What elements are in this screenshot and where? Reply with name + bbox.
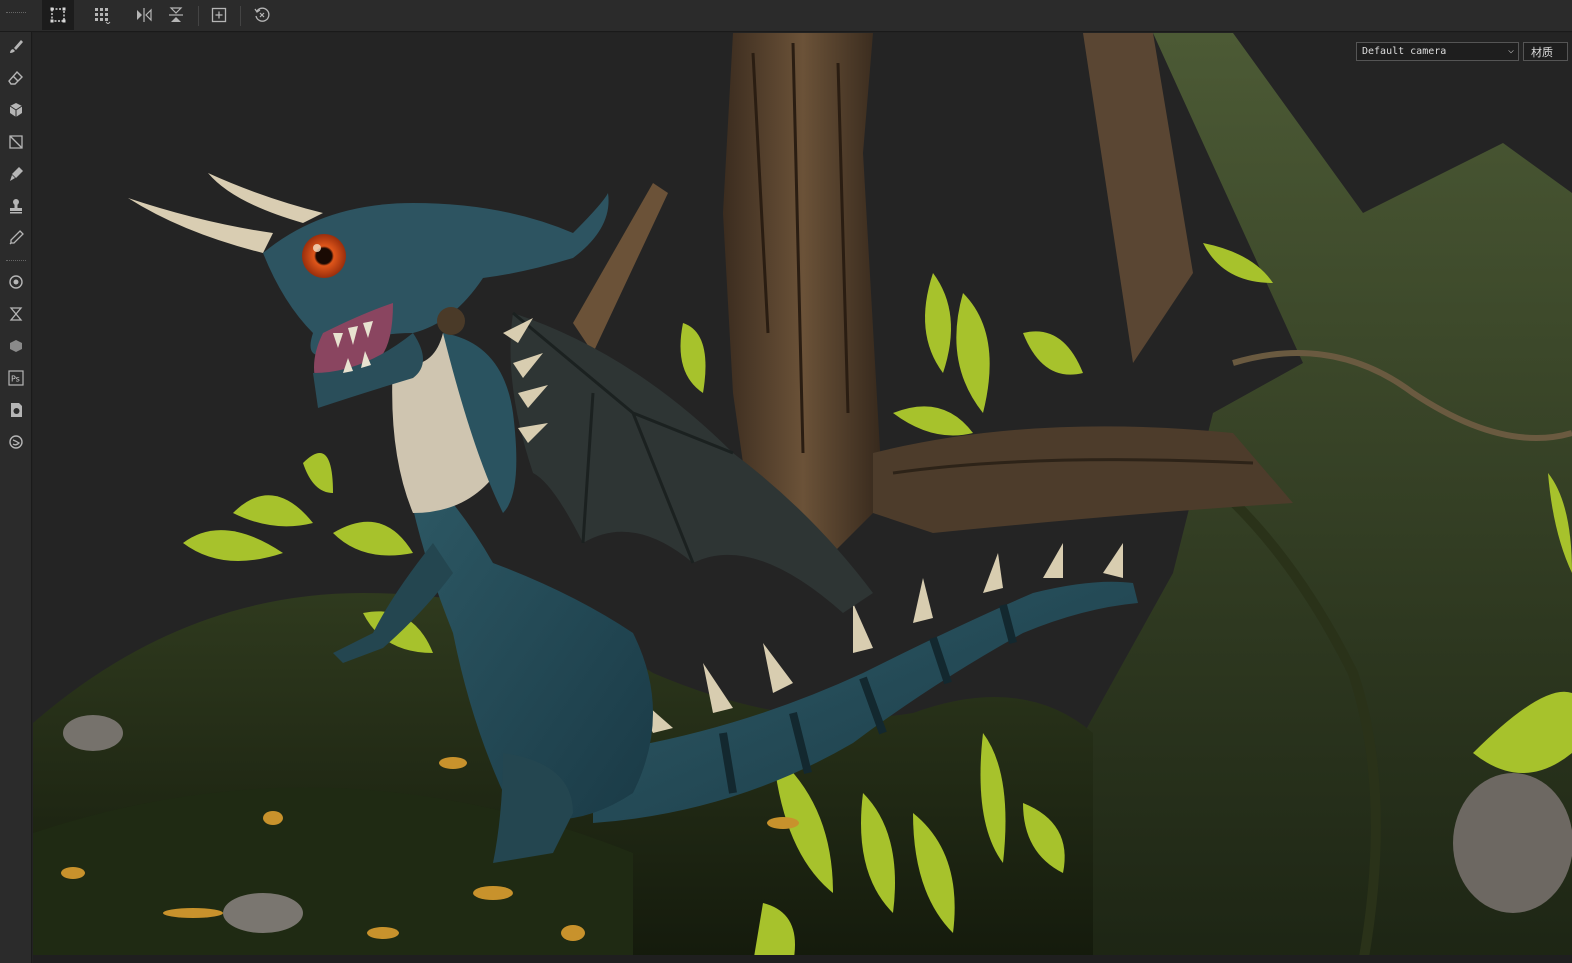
dragon-horn: [128, 198, 273, 253]
polygon-fill-icon: [9, 135, 23, 149]
grid-view-button[interactable]: [86, 0, 118, 30]
polygon-fill-tool-button[interactable]: [0, 128, 32, 156]
toolbar-separator: [198, 6, 199, 26]
substance-button[interactable]: [0, 332, 32, 360]
mirror-horizontal-icon: [137, 8, 152, 22]
bake-settings-button[interactable]: [0, 268, 32, 296]
substance-icon: [10, 340, 22, 352]
bake-settings-icon: [9, 275, 23, 289]
rock: [63, 715, 123, 751]
smudge-tool-button[interactable]: [0, 160, 32, 188]
mirror-vertical-button[interactable]: [160, 0, 192, 30]
material-mode-label: 材质: [1531, 45, 1553, 59]
eraser-tool-button[interactable]: [0, 64, 32, 92]
clone-stamp-tool-button[interactable]: [0, 192, 32, 220]
eraser-icon: [8, 70, 23, 85]
plugin-button[interactable]: [0, 428, 32, 456]
svg-text:Ps: Ps: [11, 375, 20, 384]
export-document-button[interactable]: [0, 396, 32, 424]
plugin-icon: [9, 435, 23, 449]
mirror-horizontal-button[interactable]: [128, 0, 160, 30]
photoshop-button[interactable]: Ps: [0, 364, 32, 392]
3d-viewport[interactable]: [33, 33, 1572, 963]
color-picker-tool-button[interactable]: [0, 224, 32, 252]
chevron-down-icon: ⌵: [1507, 45, 1514, 56]
hourglass-button[interactable]: [0, 300, 32, 328]
marquee-select-icon: [50, 7, 66, 23]
broken-branch: [573, 183, 668, 353]
paint-tool-button[interactable]: [0, 32, 32, 60]
scene-render: [33, 33, 1572, 963]
history-reset-icon: [254, 7, 270, 22]
left-toolbar: Ps: [0, 12, 32, 963]
mirror-vertical-icon: [169, 7, 183, 22]
rock: [223, 893, 303, 933]
projection-icon: [9, 103, 23, 117]
paint-brush-icon: [10, 40, 23, 53]
color-picker-icon: [9, 230, 24, 245]
toolbar-separator: [240, 6, 241, 26]
toolbar-grip: [6, 260, 26, 263]
rock: [1453, 773, 1572, 913]
history-reset-button[interactable]: [246, 0, 278, 30]
photoshop-icon: Ps: [8, 370, 24, 386]
viewport-bottom-border: [33, 955, 1572, 963]
dragon-eye: [302, 234, 346, 278]
add-frame-button[interactable]: [203, 0, 235, 30]
camera-select[interactable]: Default camera ⌵: [1356, 42, 1519, 61]
smudge-icon: [10, 167, 23, 181]
export-document-icon: [11, 403, 22, 417]
grid-view-icon: [95, 8, 111, 24]
camera-select-value: Default camera: [1362, 46, 1447, 57]
dragon-horn: [208, 173, 323, 223]
add-frame-icon: [211, 7, 227, 23]
material-mode-button[interactable]: 材质: [1523, 42, 1568, 61]
hourglass-icon: [9, 307, 23, 321]
marquee-select-button[interactable]: [42, 0, 74, 30]
projection-tool-button[interactable]: [0, 96, 32, 124]
toolbar-grip[interactable]: [6, 12, 26, 15]
top-toolbar: [0, 0, 1572, 32]
clone-stamp-icon: [10, 199, 22, 214]
